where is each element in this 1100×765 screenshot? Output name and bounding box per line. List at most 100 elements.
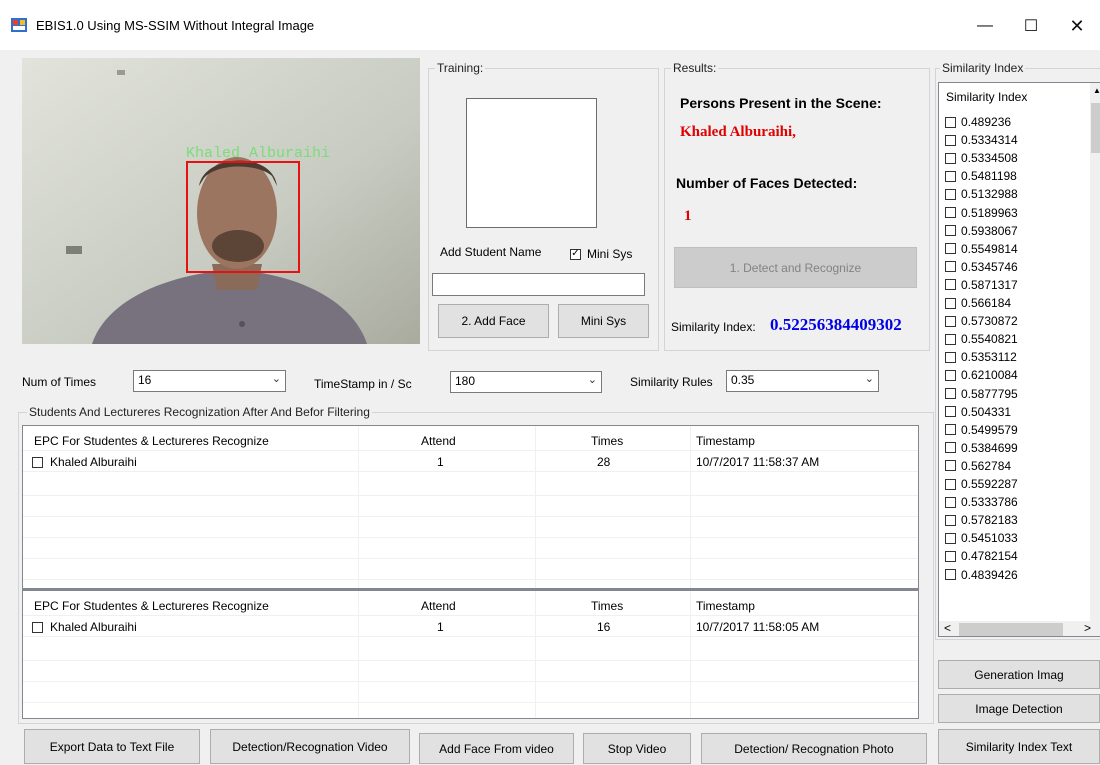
row-checkbox[interactable] [32, 457, 43, 468]
similarity-list-item[interactable]: 0.5592287 [945, 476, 1018, 492]
similarity-item-checkbox[interactable] [945, 496, 956, 508]
similarity-list-item[interactable]: 0.489236 [945, 114, 1011, 130]
similarity-list-item[interactable]: 0.5877795 [945, 386, 1018, 402]
similarity-item-checkbox[interactable] [945, 478, 956, 490]
similarity-list-item[interactable]: 0.5334314 [945, 132, 1018, 148]
column-header-timestamp[interactable]: Timestamp [696, 434, 755, 448]
generation-image-button[interactable]: Generation Imag [938, 660, 1100, 689]
similarity-list-item[interactable]: 0.562784 [945, 458, 1011, 474]
stop-video-button[interactable]: Stop Video [583, 733, 691, 764]
column-header-times[interactable]: Times [591, 599, 623, 613]
add-face-video-button[interactable]: Add Face From video [419, 733, 574, 764]
similarity-item-checkbox[interactable] [945, 207, 956, 218]
similarity-item-checkbox[interactable] [945, 333, 956, 345]
horizontal-scrollbar[interactable]: < > [939, 621, 1100, 636]
similarity-list-item[interactable]: 0.5345746 [945, 259, 1018, 275]
similarity-list-item[interactable]: 0.5549814 [945, 241, 1018, 257]
scroll-right-icon[interactable]: > [1084, 621, 1091, 635]
table-row[interactable]: Khaled Alburaihi 1 16 10/7/2017 11:58:05… [23, 617, 918, 637]
timestamp-combo[interactable]: 180 ⌄ [450, 371, 602, 393]
scroll-up-icon[interactable]: ▲ [1093, 86, 1100, 95]
similarity-list-item[interactable]: 0.5353112 [945, 349, 1017, 365]
similarity-list-item[interactable]: 0.5334508 [945, 150, 1018, 166]
similarity-list-item[interactable]: 0.5499579 [945, 422, 1018, 438]
student-name-input[interactable] [432, 273, 645, 296]
similarity-item-checkbox[interactable] [945, 388, 956, 399]
similarity-item-value: 0.6210084 [961, 368, 1018, 383]
similarity-list-item[interactable]: 0.5938067 [945, 223, 1018, 239]
similarity-item-checkbox[interactable] [945, 460, 956, 472]
detection-photo-button[interactable]: Detection/ Recognation Photo [701, 733, 927, 764]
num-times-combo[interactable]: 16 ⌄ [133, 370, 286, 392]
similarity-item-checkbox[interactable] [945, 424, 956, 436]
column-header-attend[interactable]: Attend [421, 434, 456, 448]
similarity-list-item[interactable]: 0.504331 [945, 404, 1011, 420]
similarity-list-item[interactable]: 0.4839426 [945, 567, 1018, 583]
similarity-list-item[interactable]: 0.4782154 [945, 548, 1018, 564]
similarity-item-checkbox[interactable] [945, 297, 956, 309]
column-header-epc[interactable]: EPC For Studentes & Lectureres Recognize [34, 434, 269, 448]
similarity-list-item[interactable]: 0.5333786 [945, 494, 1018, 510]
similarity-item-checkbox[interactable] [945, 315, 956, 327]
maximize-icon[interactable]: ☐ [1008, 10, 1054, 42]
mini-sys-button[interactable]: Mini Sys [558, 304, 649, 338]
similarity-item-checkbox[interactable] [945, 225, 956, 237]
similarity-list-item[interactable]: 0.6210084 [945, 367, 1018, 383]
similarity-item-checkbox[interactable] [945, 134, 956, 146]
similarity-item-checkbox[interactable] [945, 369, 956, 381]
similarity-rules-value: 0.35 [731, 373, 755, 387]
similarity-list-item[interactable]: 0.5481198 [945, 168, 1017, 184]
column-header-times[interactable]: Times [591, 434, 623, 448]
scrollbar-thumb[interactable] [1091, 103, 1100, 153]
recognition-table-before[interactable]: EPC For Studentes & Lectureres Recognize… [22, 589, 919, 719]
minimize-icon[interactable]: — [962, 10, 1008, 42]
similarity-item-checkbox[interactable] [945, 351, 956, 363]
column-header-epc[interactable]: EPC For Studentes & Lectureres Recognize [34, 599, 269, 613]
similarity-item-checkbox[interactable] [945, 406, 956, 418]
similarity-item-value: 0.5499579 [961, 422, 1018, 437]
similarity-item-checkbox[interactable] [945, 188, 956, 200]
similarity-list-item[interactable]: 0.5782183 [945, 512, 1018, 528]
similarity-item-checkbox[interactable] [945, 550, 956, 562]
column-header-timestamp[interactable]: Timestamp [696, 599, 755, 613]
similarity-list-item[interactable]: 0.5871317 [945, 277, 1018, 293]
similarity-item-checkbox[interactable] [945, 279, 956, 291]
add-face-button[interactable]: 2. Add Face [438, 304, 549, 338]
similarity-item-value: 0.5730872 [961, 314, 1018, 329]
table-row [23, 476, 918, 496]
similarity-index-text-button[interactable]: Similarity Index Text [938, 729, 1100, 764]
similarity-item-checkbox[interactable] [945, 116, 956, 128]
mini-sys-checkbox[interactable]: ✓ Mini Sys [570, 247, 632, 261]
num-times-label: Num of Times [22, 375, 97, 389]
image-detection-button[interactable]: Image Detection [938, 694, 1100, 723]
similarity-item-checkbox[interactable] [945, 243, 956, 255]
similarity-list-item[interactable]: 0.5132988 [945, 186, 1018, 202]
similarity-list-header[interactable]: Similarity Index [946, 90, 1027, 104]
export-data-button[interactable]: Export Data to Text File [24, 729, 200, 764]
table-row[interactable]: Khaled Alburaihi 1 28 10/7/2017 11:58:37… [23, 452, 918, 472]
row-checkbox[interactable] [32, 622, 43, 633]
vertical-scrollbar[interactable]: ▲ [1090, 83, 1100, 621]
detect-recognize-button[interactable]: 1. Detect and Recognize [674, 247, 917, 288]
detection-video-button[interactable]: Detection/Recognation Video [210, 729, 410, 764]
similarity-list[interactable]: Similarity Index 0.489236 0.5334314 0.5334… [938, 82, 1100, 637]
similarity-rules-combo[interactable]: 0.35 ⌄ [726, 370, 879, 392]
similarity-item-checkbox[interactable] [945, 442, 956, 454]
similarity-item-checkbox[interactable] [945, 569, 956, 580]
close-icon[interactable]: ✕ [1054, 10, 1100, 42]
scroll-left-icon[interactable]: < [944, 621, 951, 635]
similarity-list-item[interactable]: 0.5189963 [945, 205, 1018, 221]
similarity-list-item[interactable]: 0.5730872 [945, 313, 1018, 329]
similarity-list-item[interactable]: 0.5451033 [945, 530, 1018, 546]
similarity-list-item[interactable]: 0.5384699 [945, 440, 1018, 456]
recognition-table-after[interactable]: EPC For Studentes & Lectureres Recognize… [22, 425, 919, 589]
similarity-item-checkbox[interactable] [945, 152, 956, 164]
similarity-item-checkbox[interactable] [945, 532, 956, 544]
similarity-list-item[interactable]: 0.566184 [945, 295, 1011, 311]
similarity-item-checkbox[interactable] [945, 514, 956, 526]
similarity-item-checkbox[interactable] [945, 170, 956, 182]
column-header-attend[interactable]: Attend [421, 599, 456, 613]
similarity-list-item[interactable]: 0.5540821 [945, 331, 1018, 347]
similarity-item-checkbox[interactable] [945, 261, 956, 273]
hscrollbar-thumb[interactable] [959, 623, 1063, 636]
